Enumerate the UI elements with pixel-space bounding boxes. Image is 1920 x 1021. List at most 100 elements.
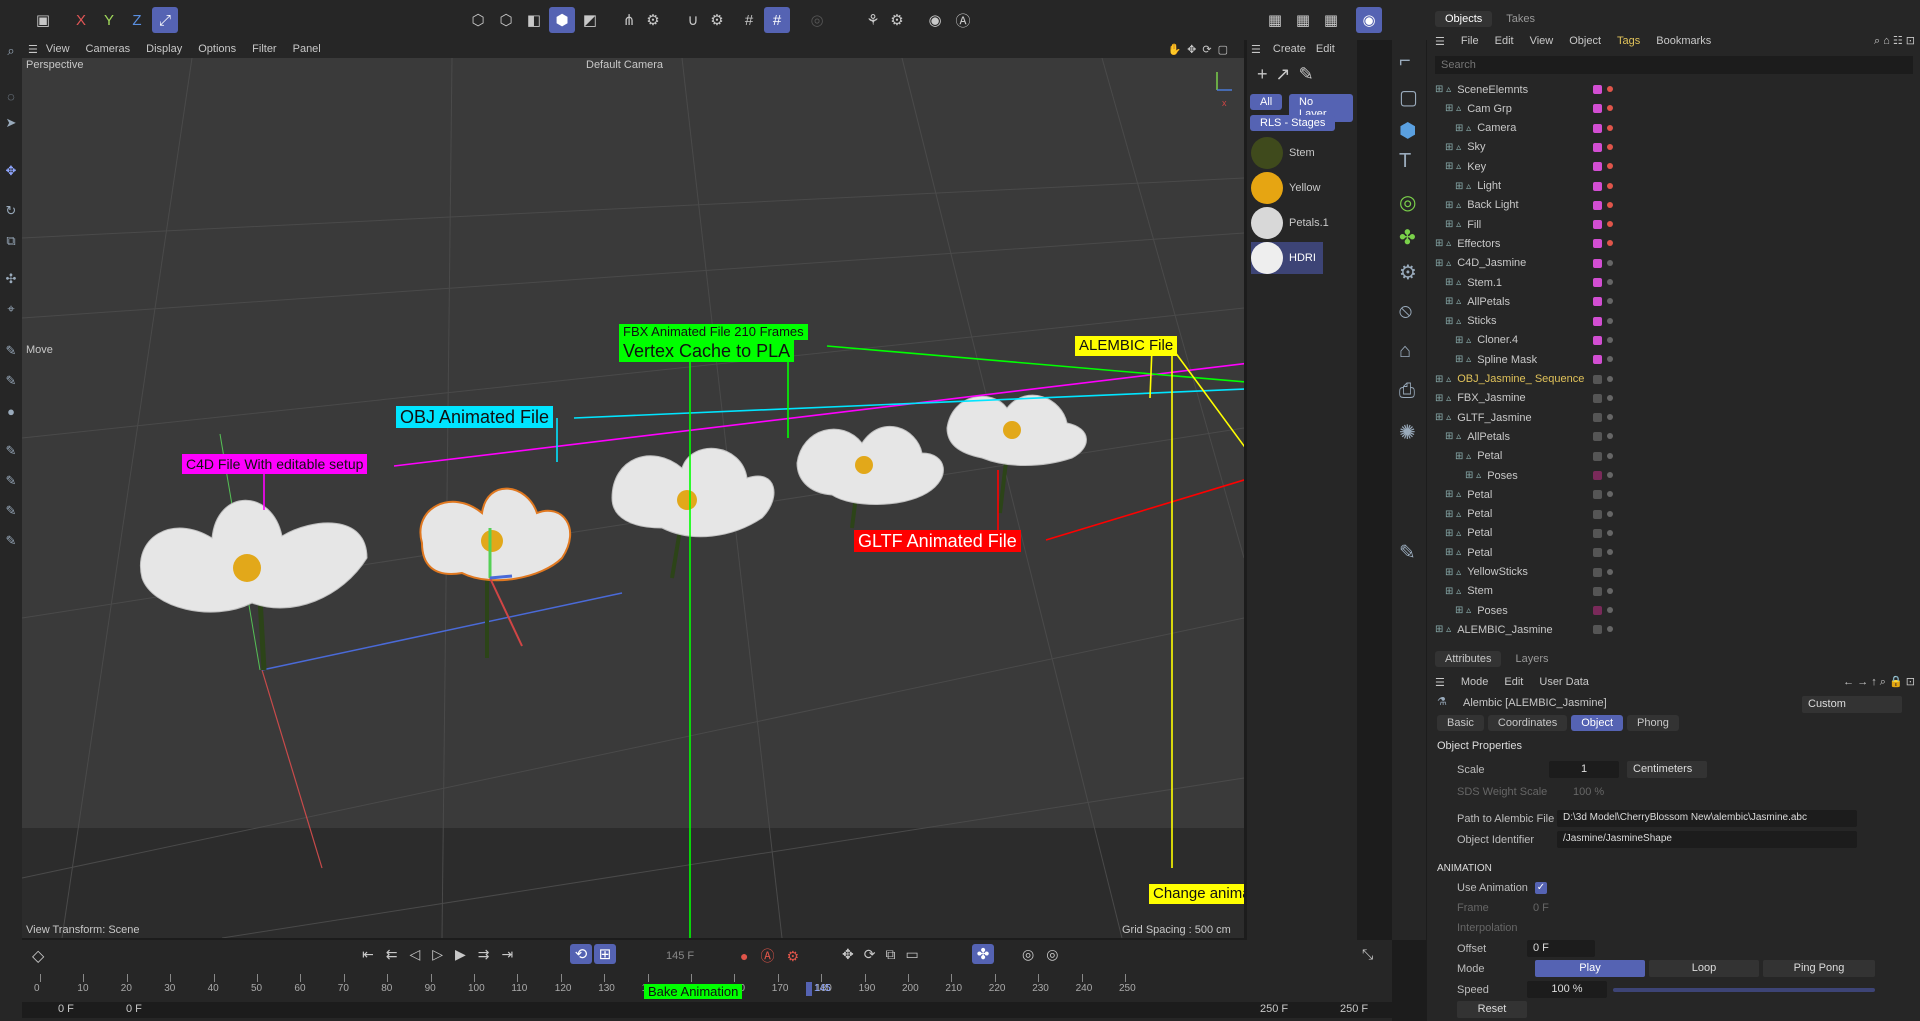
- quantize-icon[interactable]: ⚘: [860, 7, 886, 33]
- layer-color-swatch[interactable]: [1593, 220, 1602, 230]
- visibility-dot[interactable]: [1607, 259, 1613, 266]
- path-input[interactable]: D:\3d Model\CherryBlossom New\alembic\Ja…: [1557, 810, 1857, 827]
- mode-play-button[interactable]: Play: [1535, 960, 1645, 977]
- speed-slider[interactable]: [1613, 988, 1875, 992]
- layer-color-swatch[interactable]: [1593, 297, 1602, 307]
- snap-icon[interactable]: ⌖: [2, 298, 20, 320]
- layer-color-swatch[interactable]: [1593, 567, 1602, 577]
- render-view-icon[interactable]: ▦: [1262, 7, 1288, 33]
- objects-menu-file[interactable]: File: [1461, 35, 1479, 47]
- visibility-dot[interactable]: [1607, 279, 1613, 285]
- axis-x-toggle[interactable]: X: [68, 7, 94, 33]
- visibility-dot[interactable]: [1607, 221, 1613, 228]
- key-tools[interactable]: ✥⟳⧉▭: [842, 946, 929, 963]
- motion-icons[interactable]: ◎◎: [1022, 946, 1070, 963]
- layer-color-swatch[interactable]: [1593, 142, 1602, 152]
- brush-icon[interactable]: ✎: [2, 370, 20, 392]
- visibility-dot[interactable]: [1607, 626, 1613, 633]
- primitive-icon[interactable]: ⬢: [1399, 118, 1416, 143]
- identifier-input[interactable]: /Jasmine/JasmineShape: [1557, 831, 1857, 848]
- layer-color-swatch[interactable]: [1593, 393, 1602, 403]
- layer-color-swatch[interactable]: [1593, 85, 1602, 94]
- layer-color-swatch[interactable]: [1593, 104, 1602, 114]
- hamburger-icon[interactable]: ☰: [1435, 676, 1445, 689]
- generator-icon[interactable]: ◎: [1399, 190, 1416, 215]
- layer-color-swatch[interactable]: [1593, 316, 1602, 326]
- visibility-dot[interactable]: [1607, 317, 1613, 324]
- tree-row[interactable]: ⊞ ▵ Petal: [1427, 543, 1920, 562]
- axis-y-toggle[interactable]: Y: [96, 7, 122, 33]
- render-settings-icon[interactable]: ▦: [1318, 7, 1344, 33]
- visibility-dot[interactable]: [1607, 240, 1613, 247]
- gear-icon[interactable]: ⚙: [884, 7, 910, 33]
- objects-menu-tags[interactable]: Tags: [1617, 35, 1640, 47]
- tree-row[interactable]: ⊞ ▵ Cam Grp: [1427, 99, 1920, 118]
- tree-row[interactable]: ⊞ ▵ Petal: [1427, 447, 1920, 466]
- use-animation-checkbox[interactable]: ✓: [1535, 882, 1547, 894]
- hamburger-icon[interactable]: ☰: [28, 43, 38, 56]
- visibility-dot[interactable]: [1607, 587, 1613, 594]
- tree-row[interactable]: ⊞ ▵ Poses: [1427, 466, 1920, 485]
- tree-row[interactable]: ⊞ ▵ Poses: [1427, 601, 1920, 620]
- subtab-basic[interactable]: Basic: [1437, 715, 1484, 731]
- cube-icon[interactable]: ▢: [1399, 85, 1418, 110]
- tree-row[interactable]: ⊞ ▵ Effectors: [1427, 234, 1920, 253]
- tree-row[interactable]: ⊞ ▵ Light: [1427, 177, 1920, 196]
- select-arrow-icon[interactable]: ➤: [2, 112, 20, 134]
- objects-menu-edit[interactable]: Edit: [1495, 35, 1514, 47]
- layer-color-swatch[interactable]: [1593, 625, 1602, 635]
- auto-key-icon[interactable]: ✤: [972, 944, 994, 964]
- tree-row[interactable]: ⊞ ▵ Key: [1427, 157, 1920, 176]
- cloner-icon[interactable]: ✤: [1399, 225, 1416, 250]
- layer-color-swatch[interactable]: [1593, 606, 1602, 616]
- visibility-dot[interactable]: [1607, 124, 1613, 131]
- range-end-field[interactable]: 250 F: [1340, 1003, 1368, 1015]
- material-tool-icons[interactable]: +↗✎: [1257, 64, 1322, 85]
- layer-color-swatch[interactable]: [1593, 181, 1602, 191]
- magnet-snap-icon[interactable]: ∪: [680, 7, 706, 33]
- tree-row[interactable]: ⊞ ▵ AllPetals: [1427, 427, 1920, 446]
- objects-search-input[interactable]: [1435, 56, 1913, 74]
- points-mode-icon[interactable]: ⬡: [465, 7, 491, 33]
- knife-icon[interactable]: ✎: [2, 340, 20, 362]
- tree-row[interactable]: ⊞ ▵ Petal: [1427, 505, 1920, 524]
- preset-dropdown[interactable]: Custom: [1802, 696, 1902, 713]
- polygons-mode-icon[interactable]: ◧: [521, 7, 547, 33]
- attr-menu-mode[interactable]: Mode: [1461, 676, 1489, 688]
- scene-icon[interactable]: ⌂: [1399, 340, 1411, 363]
- visibility-dot[interactable]: [1607, 433, 1613, 440]
- layer-color-swatch[interactable]: [1593, 509, 1602, 519]
- material-item[interactable]: Stem: [1251, 137, 1315, 169]
- sculpt-icon[interactable]: ✎: [2, 470, 20, 492]
- text-icon[interactable]: T: [1399, 150, 1411, 173]
- viewport-menu-view[interactable]: View: [46, 43, 70, 55]
- layer-color-swatch[interactable]: [1593, 490, 1602, 500]
- uv-mode-icon[interactable]: ◩: [577, 7, 603, 33]
- viewport-menu-display[interactable]: Display: [146, 43, 182, 55]
- viewport-menu-panel[interactable]: Panel: [293, 43, 321, 55]
- tree-row[interactable]: ⊞ ▵ Cloner.4: [1427, 331, 1920, 350]
- tree-row[interactable]: ⊞ ▵ Sticks: [1427, 312, 1920, 331]
- tree-row[interactable]: ⊞ ▵ Spline Mask: [1427, 350, 1920, 369]
- rotate-icon[interactable]: ↻: [2, 200, 20, 222]
- tree-row[interactable]: ⊞ ▵ Stem: [1427, 582, 1920, 601]
- objects-menu-view[interactable]: View: [1530, 35, 1554, 47]
- hamburger-icon[interactable]: ☰: [1435, 35, 1445, 48]
- camera-icon[interactable]: ⎙: [1399, 380, 1415, 403]
- field-icon[interactable]: ⦸: [1399, 300, 1412, 323]
- search-icon[interactable]: ⌕ ⌂ ☷ ⊡: [1874, 34, 1915, 48]
- visibility-dot[interactable]: [1607, 298, 1613, 305]
- visibility-dot[interactable]: [1607, 182, 1613, 189]
- tree-row[interactable]: ⊞ ▵ FBX_Jasmine: [1427, 389, 1920, 408]
- gear-icon[interactable]: ⚙: [640, 7, 666, 33]
- tab-objects[interactable]: Objects: [1435, 11, 1493, 27]
- visibility-dot[interactable]: [1607, 86, 1613, 92]
- move-icon[interactable]: ✥: [2, 160, 20, 182]
- tab-takes[interactable]: Takes: [1506, 13, 1535, 25]
- mode-pingpong-button[interactable]: Ping Pong: [1763, 960, 1875, 977]
- offset-input[interactable]: 0 F: [1527, 940, 1595, 957]
- layer-color-swatch[interactable]: [1593, 355, 1602, 365]
- visibility-dot[interactable]: [1607, 568, 1613, 575]
- loop-icon[interactable]: ⟲: [570, 944, 592, 964]
- edges-mode-icon[interactable]: ⬡: [493, 7, 519, 33]
